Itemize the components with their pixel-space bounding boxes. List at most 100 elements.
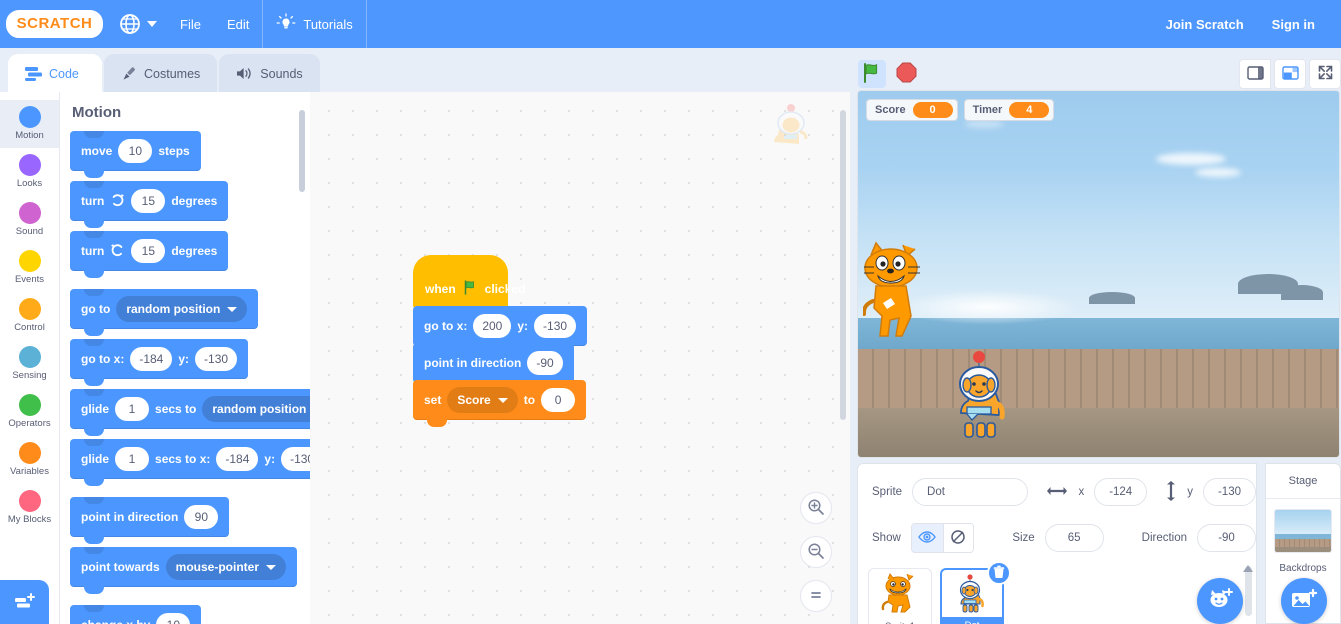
zoom-reset-button[interactable] bbox=[800, 580, 832, 612]
script-goto-y-input[interactable]: -130 bbox=[534, 314, 577, 338]
block-text: change x by bbox=[81, 618, 150, 624]
sidebar-item-events[interactable]: Events bbox=[0, 244, 59, 292]
glide-secs-input[interactable]: 1 bbox=[115, 397, 150, 421]
palette-block-go-to[interactable]: go to random position bbox=[70, 289, 259, 336]
stage-backdrop-thumbnail[interactable] bbox=[1274, 509, 1332, 553]
variable-dropdown[interactable]: Score bbox=[447, 387, 518, 413]
green-flag-button[interactable] bbox=[858, 60, 886, 88]
canvas-vertical-scrollbar[interactable] bbox=[840, 110, 846, 420]
palette-scrollbar[interactable] bbox=[299, 110, 305, 192]
language-selector[interactable] bbox=[111, 0, 167, 48]
sidebar-item-sound[interactable]: Sound bbox=[0, 196, 59, 244]
y-axis-icon bbox=[1165, 480, 1177, 505]
script-block-set-variable[interactable]: set Score to 0 bbox=[413, 380, 587, 427]
stop-button[interactable] bbox=[892, 60, 920, 88]
sidebar-item-my-blocks[interactable]: My Blocks bbox=[0, 484, 59, 532]
delete-sprite-button[interactable] bbox=[987, 561, 1011, 585]
sprite-x-input[interactable]: -124 bbox=[1094, 478, 1148, 506]
glide-target-dropdown[interactable]: random position bbox=[202, 396, 310, 422]
move-steps-input[interactable]: 10 bbox=[118, 139, 153, 163]
sprite-y-input[interactable]: -130 bbox=[1202, 478, 1256, 506]
script-stack[interactable]: when clicked go to x: 200 y: -130 point … bbox=[413, 255, 588, 427]
stage-sprite-dot[interactable] bbox=[947, 350, 1021, 446]
thumb-sand bbox=[1275, 546, 1331, 552]
hide-sprite-button[interactable] bbox=[942, 524, 974, 552]
add-sprite-button[interactable] bbox=[1197, 578, 1243, 624]
block-text: go to x: bbox=[424, 319, 468, 333]
fullscreen-button[interactable] bbox=[1309, 59, 1341, 89]
point-direction-input[interactable]: 90 bbox=[184, 505, 219, 529]
sprite-card-sprite1[interactable]: Sprite1 bbox=[868, 568, 932, 624]
monitor-score-value: 0 bbox=[912, 102, 953, 118]
goto-y-input[interactable]: -130 bbox=[195, 347, 238, 371]
palette-block-turn-right[interactable]: turn 15 degrees bbox=[70, 181, 229, 228]
change-x-input[interactable]: 10 bbox=[156, 613, 191, 624]
palette-block-change-x-by[interactable]: change x by 10 bbox=[70, 605, 202, 624]
tab-code[interactable]: Code bbox=[8, 54, 102, 92]
turn-right-degrees-input[interactable]: 15 bbox=[131, 189, 166, 213]
hat-top-shape bbox=[413, 255, 508, 273]
sprite-name-input[interactable]: Dot bbox=[912, 478, 1029, 506]
sprite-list[interactable]: Sprite1 bbox=[857, 560, 1257, 624]
turn-left-degrees-input[interactable]: 15 bbox=[131, 239, 166, 263]
script-goto-x-input[interactable]: 200 bbox=[473, 314, 512, 338]
palette-block-glide-to[interactable]: glide 1 secs to random position bbox=[70, 389, 310, 436]
script-block-go-to-xy[interactable]: go to x: 200 y: -130 bbox=[413, 306, 588, 353]
script-point-direction-input[interactable]: -90 bbox=[527, 351, 563, 375]
monitor-timer-label: Timer bbox=[972, 104, 1003, 116]
code-canvas[interactable]: when clicked go to x: 200 y: -130 point … bbox=[310, 92, 850, 624]
palette-block-turn-left[interactable]: turn 15 degrees bbox=[70, 231, 229, 278]
monitor-score[interactable]: Score 0 bbox=[866, 99, 958, 121]
small-stage-button[interactable] bbox=[1239, 59, 1271, 89]
sprite-card-dot[interactable]: Dot bbox=[940, 561, 1011, 624]
point-towards-dropdown[interactable]: mouse-pointer bbox=[165, 554, 287, 580]
glide-x-input[interactable]: -184 bbox=[216, 447, 259, 471]
sign-in-button[interactable]: Sign in bbox=[1258, 0, 1329, 48]
stage-sprite-scratch-cat[interactable] bbox=[861, 241, 925, 342]
glide-xy-secs-input[interactable]: 1 bbox=[115, 447, 150, 471]
zoom-out-button[interactable] bbox=[800, 536, 832, 568]
menu-file[interactable]: File bbox=[167, 0, 214, 48]
sidebar-item-control[interactable]: Control bbox=[0, 292, 59, 340]
add-backdrop-button[interactable] bbox=[1281, 578, 1327, 624]
block-palette[interactable]: Motion move 10 steps turn 15 degrees tur… bbox=[60, 92, 310, 624]
show-sprite-button[interactable] bbox=[911, 524, 943, 552]
glide-y-input[interactable]: -130 bbox=[281, 447, 310, 471]
block-text: point in direction bbox=[424, 356, 522, 370]
monitor-timer[interactable]: Timer 4 bbox=[963, 99, 1055, 121]
sidebar-item-sensing[interactable]: Sensing bbox=[0, 340, 59, 388]
sprite-size-input[interactable]: 65 bbox=[1044, 524, 1104, 552]
add-extension-button[interactable] bbox=[0, 580, 49, 624]
script-block-point-in-direction[interactable]: point in direction -90 bbox=[413, 343, 574, 390]
when-green-flag-clicked-block[interactable]: when clicked bbox=[413, 255, 525, 309]
go-to-target-dropdown[interactable]: random position bbox=[116, 296, 248, 322]
large-stage-button[interactable] bbox=[1274, 59, 1306, 89]
palette-block-go-to-xy[interactable]: go to x: -184 y: -130 bbox=[70, 339, 249, 386]
palette-block-move[interactable]: move 10 steps bbox=[70, 131, 201, 178]
palette-gap bbox=[70, 489, 310, 497]
zoom-in-button[interactable] bbox=[800, 492, 832, 524]
join-scratch-button[interactable]: Join Scratch bbox=[1152, 0, 1258, 48]
sidebar-item-motion[interactable]: Motion bbox=[0, 100, 59, 148]
scratch-logo[interactable]: SCRATCH bbox=[5, 10, 104, 38]
lightbulb-icon bbox=[276, 12, 296, 36]
block-notch bbox=[84, 497, 104, 504]
menu-tutorials-label: Tutorials bbox=[303, 16, 353, 32]
stage-size-controls bbox=[1239, 59, 1341, 89]
sprite-direction-input[interactable]: -90 bbox=[1197, 524, 1256, 552]
goto-x-input[interactable]: -184 bbox=[130, 347, 173, 371]
tab-sounds[interactable]: Sounds bbox=[219, 54, 320, 92]
sidebar-item-looks[interactable]: Looks bbox=[0, 148, 59, 196]
stage[interactable]: Score 0 Timer 4 bbox=[857, 90, 1340, 458]
sprite-list-scroll-up[interactable] bbox=[1243, 562, 1253, 576]
tab-costumes[interactable]: Costumes bbox=[104, 54, 218, 92]
sidebar-item-operators[interactable]: Operators bbox=[0, 388, 59, 436]
set-variable-value-input[interactable]: 0 bbox=[541, 388, 576, 412]
menu-edit[interactable]: Edit bbox=[214, 0, 262, 48]
menu-tutorials[interactable]: Tutorials bbox=[263, 0, 365, 48]
palette-block-point-towards[interactable]: point towards mouse-pointer bbox=[70, 547, 298, 594]
sprite-info-row-2: Show Size 65 Direction -90 bbox=[858, 506, 1256, 553]
sidebar-item-variables[interactable]: Variables bbox=[0, 436, 59, 484]
palette-block-glide-to-xy[interactable]: glide 1 secs to x: -184 y: -130 bbox=[70, 439, 310, 486]
palette-block-point-in-direction[interactable]: point in direction 90 bbox=[70, 497, 230, 544]
